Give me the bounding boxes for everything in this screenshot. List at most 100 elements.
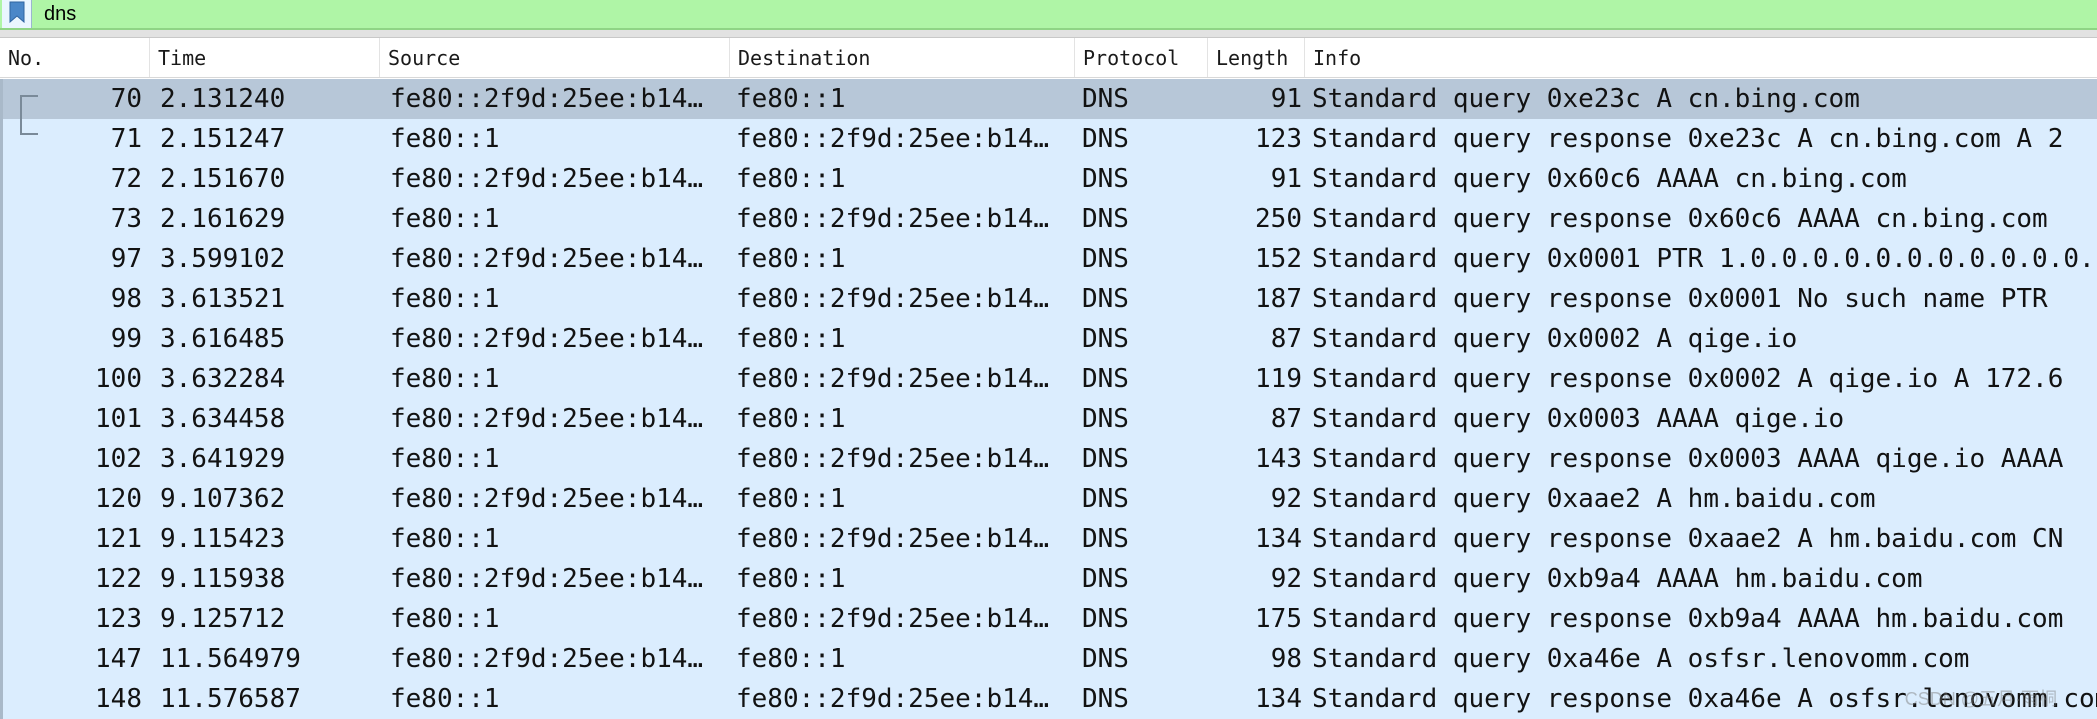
packet-source: fe80::2f9d:25ee:b14… [390, 164, 704, 194]
column-header-source[interactable]: Source [380, 38, 730, 77]
column-header-no[interactable]: No. [0, 38, 150, 77]
table-row[interactable]: 98 3.613521 fe80::1 fe80::2f9d:25ee:b14… DNS… [0, 279, 2097, 319]
table-row[interactable]: 100 3.632284 fe80::1 fe80::2f9d:25ee:b14… DN… [0, 359, 2097, 399]
packet-destination: fe80::2f9d:25ee:b14… [736, 604, 1050, 634]
packet-info: Standard query response 0x0003 AAAA qige… [1312, 444, 2064, 474]
filter-bookmark-button[interactable] [2, 0, 32, 28]
packet-protocol: DNS [1082, 364, 1129, 394]
packet-info: Standard query 0xe23c A cn.bing.com [1312, 84, 1860, 114]
packet-protocol: DNS [1082, 604, 1129, 634]
packet-info: Standard query response 0x0002 A qige.io… [1312, 364, 2064, 394]
packet-no: 98 [110, 284, 142, 314]
toolbar-separator [0, 30, 2097, 38]
column-header-length[interactable]: Length [1208, 38, 1305, 77]
table-row[interactable]: 123 9.125712 fe80::1 fe80::2f9d:25ee:b14… DN… [0, 599, 2097, 639]
packet-time: 9.107362 [160, 484, 286, 514]
packet-length: 187 [1255, 284, 1302, 314]
packet-source: fe80::2f9d:25ee:b14… [390, 84, 704, 114]
packet-length: 87 [1270, 404, 1302, 434]
packet-destination: fe80::2f9d:25ee:b14… [736, 284, 1050, 314]
packet-time: 2.161629 [160, 204, 286, 234]
packet-source: fe80::2f9d:25ee:b14… [390, 324, 704, 354]
table-row[interactable]: 99 3.616485 fe80::2f9d:25ee:b14… fe80::1 DNS… [0, 319, 2097, 359]
packet-protocol: DNS [1082, 644, 1129, 674]
packet-destination: fe80::2f9d:25ee:b14… [736, 684, 1050, 714]
packet-length: 123 [1255, 124, 1302, 154]
packet-no: 123 [95, 604, 142, 634]
packet-time: 2.151247 [160, 124, 286, 154]
packet-no: 101 [95, 404, 142, 434]
packet-info: Standard query 0xb9a4 AAAA hm.baidu.com [1312, 564, 1923, 594]
table-row[interactable]: 148 11.576587 fe80::1 fe80::2f9d:25ee:b14… D… [0, 679, 2097, 719]
packet-destination: fe80::2f9d:25ee:b14… [736, 524, 1050, 554]
packet-time: 3.634458 [160, 404, 286, 434]
table-row[interactable]: 70 2.131240 fe80::2f9d:25ee:b14… fe80::1 DNS… [0, 79, 2097, 119]
packet-no: 147 [95, 644, 142, 674]
packet-info: Standard query 0x0002 A qige.io [1312, 324, 1798, 354]
packet-protocol: DNS [1082, 524, 1129, 554]
table-row[interactable]: 102 3.641929 fe80::1 fe80::2f9d:25ee:b14… DN… [0, 439, 2097, 479]
table-row[interactable]: 121 9.115423 fe80::1 fe80::2f9d:25ee:b14… DN… [0, 519, 2097, 559]
table-row[interactable]: 71 2.151247 fe80::1 fe80::2f9d:25ee:b14… DNS… [0, 119, 2097, 159]
packet-time: 9.115938 [160, 564, 286, 594]
packet-length: 91 [1270, 84, 1302, 114]
table-row[interactable]: 147 11.564979 fe80::2f9d:25ee:b14… fe80::1 D… [0, 639, 2097, 679]
packet-protocol: DNS [1082, 164, 1129, 194]
column-header-time[interactable]: Time [150, 38, 380, 77]
packet-info: Standard query response 0xaae2 A hm.baid… [1312, 524, 2064, 554]
packet-protocol: DNS [1082, 404, 1129, 434]
packet-source: fe80::1 [390, 684, 500, 714]
packet-no: 121 [95, 524, 142, 554]
related-packet-marker [20, 95, 38, 135]
packet-info: Standard query response 0xb9a4 AAAA hm.b… [1312, 604, 2064, 634]
table-row[interactable]: 73 2.161629 fe80::1 fe80::2f9d:25ee:b14… DNS… [0, 199, 2097, 239]
packet-source: fe80::1 [390, 604, 500, 634]
packet-length: 143 [1255, 444, 1302, 474]
table-row[interactable]: 101 3.634458 fe80::2f9d:25ee:b14… fe80::1 DN… [0, 399, 2097, 439]
packet-no: 100 [95, 364, 142, 394]
packet-no: 148 [95, 684, 142, 714]
column-header-info[interactable]: Info [1305, 38, 2097, 77]
packet-source: fe80::1 [390, 524, 500, 554]
packet-time: 11.564979 [160, 644, 301, 674]
packet-length: 92 [1270, 484, 1302, 514]
table-row[interactable]: 97 3.599102 fe80::2f9d:25ee:b14… fe80::1 DNS… [0, 239, 2097, 279]
packet-time: 11.576587 [160, 684, 301, 714]
packet-destination: fe80::1 [736, 84, 846, 114]
packet-destination: fe80::1 [736, 244, 846, 274]
column-header-destination[interactable]: Destination [730, 38, 1075, 77]
packet-protocol: DNS [1082, 684, 1129, 714]
table-row[interactable]: 120 9.107362 fe80::2f9d:25ee:b14… fe80::1 DN… [0, 479, 2097, 519]
packet-length: 134 [1255, 684, 1302, 714]
packet-info: Standard query 0x60c6 AAAA cn.bing.com [1312, 164, 1907, 194]
packet-destination: fe80::1 [736, 564, 846, 594]
packet-protocol: DNS [1082, 84, 1129, 114]
packet-length: 175 [1255, 604, 1302, 634]
packet-time: 9.125712 [160, 604, 286, 634]
packet-source: fe80::1 [390, 364, 500, 394]
packet-protocol: DNS [1082, 284, 1129, 314]
packet-destination: fe80::1 [736, 164, 846, 194]
packet-info: Standard query response 0x0001 No such n… [1312, 284, 2048, 314]
table-row[interactable]: 122 9.115938 fe80::2f9d:25ee:b14… fe80::1 DN… [0, 559, 2097, 599]
table-row[interactable]: 72 2.151670 fe80::2f9d:25ee:b14… fe80::1 DNS… [0, 159, 2097, 199]
packet-info: Standard query response 0xe23c A cn.bing… [1312, 124, 2064, 154]
packet-destination: fe80::1 [736, 324, 846, 354]
packet-info: Standard query response 0x60c6 AAAA cn.b… [1312, 204, 2048, 234]
column-header-protocol[interactable]: Protocol [1075, 38, 1208, 77]
packet-destination: fe80::1 [736, 484, 846, 514]
packet-protocol: DNS [1082, 484, 1129, 514]
packet-length: 98 [1270, 644, 1302, 674]
packet-length: 119 [1255, 364, 1302, 394]
packet-time: 3.599102 [160, 244, 286, 274]
display-filter-bar [0, 0, 2097, 30]
packet-time: 2.151670 [160, 164, 286, 194]
packet-info: Standard query 0xa46e A osfsr.lenovomm.c… [1312, 644, 1970, 674]
packet-source: fe80::1 [390, 284, 500, 314]
packet-source: fe80::2f9d:25ee:b14… [390, 244, 704, 274]
packet-no: 97 [110, 244, 142, 274]
display-filter-input[interactable] [44, 1, 2084, 27]
packet-source: fe80::2f9d:25ee:b14… [390, 564, 704, 594]
packet-protocol: DNS [1082, 204, 1129, 234]
packet-destination: fe80::1 [736, 644, 846, 674]
